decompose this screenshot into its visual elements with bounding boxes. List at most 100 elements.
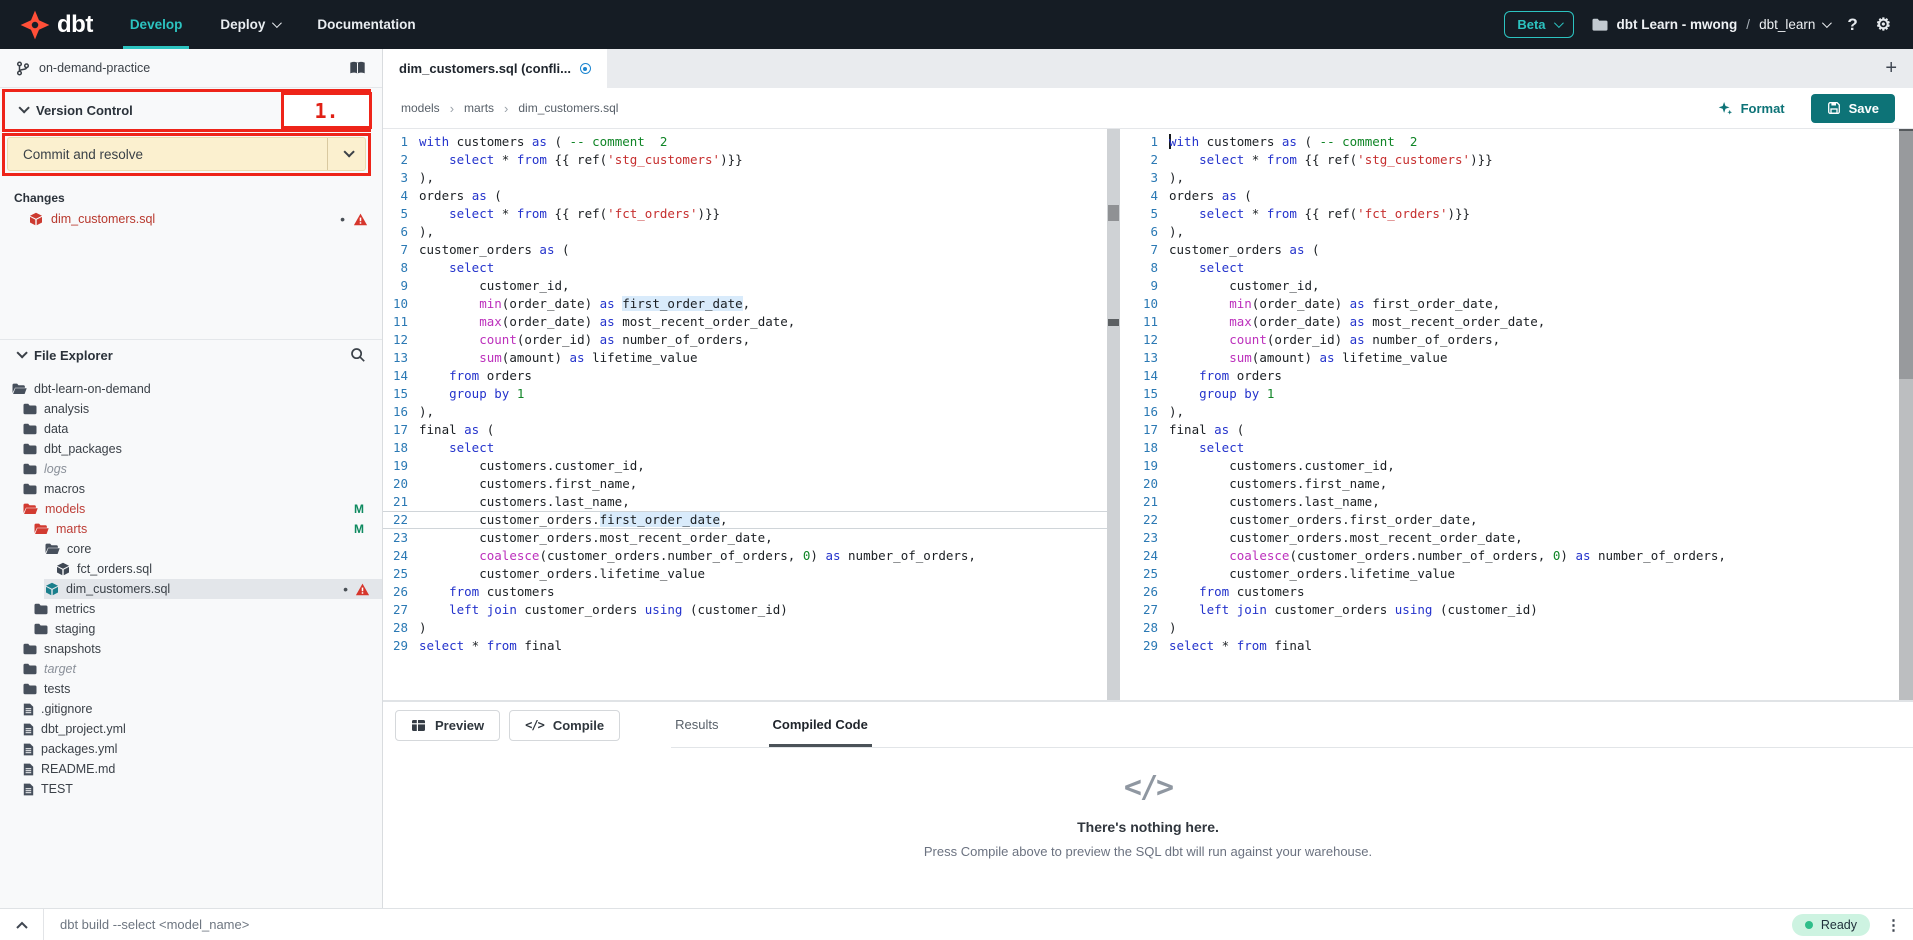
code-line[interactable]: 20 customers.first_name, bbox=[383, 475, 1107, 493]
breadcrumb-models[interactable]: models bbox=[401, 101, 440, 115]
new-tab-button[interactable]: + bbox=[1869, 57, 1913, 80]
commit-and-resolve-button[interactable]: Commit and resolve bbox=[7, 137, 366, 171]
preview-button[interactable]: Preview bbox=[395, 710, 500, 741]
code-line[interactable]: 19 customers.customer_id, bbox=[383, 457, 1107, 475]
file-explorer-header[interactable]: File Explorer bbox=[0, 339, 382, 370]
code-line[interactable]: 26 from customers bbox=[1133, 583, 1899, 601]
code-line[interactable]: 21 customers.last_name, bbox=[1133, 493, 1899, 511]
breadcrumb-marts[interactable]: marts bbox=[464, 101, 494, 115]
code-line[interactable]: 15 group by 1 bbox=[383, 385, 1107, 403]
code-line[interactable]: 17final as ( bbox=[1133, 421, 1899, 439]
code-line[interactable]: 23 customer_orders.most_recent_order_dat… bbox=[383, 529, 1107, 547]
code-line[interactable]: 9 customer_id, bbox=[1133, 277, 1899, 295]
tree-item-dim-customers-sql[interactable]: dim_customers.sql• bbox=[0, 579, 382, 599]
tree-item-metrics[interactable]: metrics bbox=[0, 599, 382, 619]
tab-compiled-code[interactable]: Compiled Code bbox=[769, 702, 872, 747]
code-line[interactable]: 15 group by 1 bbox=[1133, 385, 1899, 403]
code-line[interactable]: 25 customer_orders.lifetime_value bbox=[383, 565, 1107, 583]
code-line[interactable]: 27 left join customer_orders using (cust… bbox=[383, 601, 1107, 619]
kebab-menu-icon[interactable]: ⋮ bbox=[1884, 916, 1913, 934]
commit-dropdown-toggle[interactable] bbox=[327, 138, 365, 170]
help-icon[interactable]: ? bbox=[1847, 15, 1857, 35]
code-line[interactable]: 22 customer_orders.first_order_date, bbox=[383, 511, 1107, 529]
code-line[interactable]: 19 customers.customer_id, bbox=[1133, 457, 1899, 475]
left-editor-scrollbar[interactable] bbox=[1107, 129, 1120, 700]
expand-command-bar-button[interactable] bbox=[0, 909, 44, 940]
code-line[interactable]: 12 count(order_id) as number_of_orders, bbox=[1133, 331, 1899, 349]
format-button[interactable]: Format bbox=[1718, 101, 1785, 116]
code-line[interactable]: 6), bbox=[1133, 223, 1899, 241]
code-line[interactable]: 24 coalesce(customer_orders.number_of_or… bbox=[1133, 547, 1899, 565]
code-line[interactable]: 7customer_orders as ( bbox=[1133, 241, 1899, 259]
code-line[interactable]: 2 select * from {{ ref('stg_customers')}… bbox=[1133, 151, 1899, 169]
code-line[interactable]: 6), bbox=[383, 223, 1107, 241]
code-line[interactable]: 13 sum(amount) as lifetime_value bbox=[1133, 349, 1899, 367]
code-line[interactable]: 25 customer_orders.lifetime_value bbox=[1133, 565, 1899, 583]
code-line[interactable]: 8 select bbox=[383, 259, 1107, 277]
code-line[interactable]: 18 select bbox=[1133, 439, 1899, 457]
code-line[interactable]: 23 customer_orders.most_recent_order_dat… bbox=[1133, 529, 1899, 547]
tree-item-tests[interactable]: tests bbox=[0, 679, 382, 699]
tree-item-models[interactable]: modelsM bbox=[0, 499, 382, 519]
nav-develop[interactable]: Develop bbox=[111, 0, 202, 49]
code-pane-right[interactable]: 1with customers as ( -- comment 22 selec… bbox=[1133, 129, 1899, 700]
breadcrumb-file[interactable]: dim_customers.sql bbox=[518, 101, 618, 115]
save-button[interactable]: Save bbox=[1811, 94, 1895, 123]
code-line[interactable]: 21 customers.last_name, bbox=[383, 493, 1107, 511]
pane-divider[interactable] bbox=[1120, 129, 1133, 700]
code-line[interactable]: 11 max(order_date) as most_recent_order_… bbox=[383, 313, 1107, 331]
beta-toggle[interactable]: Beta bbox=[1504, 11, 1573, 38]
tree-item-dbt-packages[interactable]: dbt_packages bbox=[0, 439, 382, 459]
tree-item-macros[interactable]: macros bbox=[0, 479, 382, 499]
code-line[interactable]: 1with customers as ( -- comment 2 bbox=[383, 133, 1107, 151]
tree-item-target[interactable]: target bbox=[0, 659, 382, 679]
code-line[interactable]: 28) bbox=[383, 619, 1107, 637]
code-line[interactable]: 2 select * from {{ ref('stg_customers')}… bbox=[383, 151, 1107, 169]
code-line[interactable]: 13 sum(amount) as lifetime_value bbox=[383, 349, 1107, 367]
tree-item-data[interactable]: data bbox=[0, 419, 382, 439]
code-line[interactable]: 3), bbox=[383, 169, 1107, 187]
code-line[interactable]: 4orders as ( bbox=[383, 187, 1107, 205]
code-line[interactable]: 10 min(order_date) as first_order_date, bbox=[1133, 295, 1899, 313]
dbt-logo[interactable]: dbt bbox=[0, 10, 111, 40]
project-selector[interactable]: dbt_learn bbox=[1759, 17, 1829, 32]
tab-results[interactable]: Results bbox=[671, 702, 722, 747]
tree-item--gitignore[interactable]: .gitignore bbox=[0, 699, 382, 719]
tree-item-snapshots[interactable]: snapshots bbox=[0, 639, 382, 659]
search-icon[interactable] bbox=[350, 347, 366, 363]
gear-icon[interactable]: ⚙ bbox=[1876, 15, 1891, 35]
code-line[interactable]: 9 customer_id, bbox=[383, 277, 1107, 295]
tree-item-marts[interactable]: martsM bbox=[0, 519, 382, 539]
tree-item-fct-orders-sql[interactable]: fct_orders.sql bbox=[0, 559, 382, 579]
tree-item-dbt-project-yml[interactable]: dbt_project.yml bbox=[0, 719, 382, 739]
code-line[interactable]: 3), bbox=[1133, 169, 1899, 187]
code-line[interactable]: 27 left join customer_orders using (cust… bbox=[1133, 601, 1899, 619]
tree-item-core[interactable]: core bbox=[0, 539, 382, 559]
code-line[interactable]: 12 count(order_id) as number_of_orders, bbox=[383, 331, 1107, 349]
tree-item-packages-yml[interactable]: packages.yml bbox=[0, 739, 382, 759]
tree-item-staging[interactable]: staging bbox=[0, 619, 382, 639]
compile-button[interactable]: </> Compile bbox=[509, 710, 620, 741]
code-line[interactable]: 10 min(order_date) as first_order_date, bbox=[383, 295, 1107, 313]
code-line[interactable]: 16), bbox=[383, 403, 1107, 421]
tree-item-logs[interactable]: logs bbox=[0, 459, 382, 479]
code-line[interactable]: 5 select * from {{ ref('fct_orders')}} bbox=[1133, 205, 1899, 223]
code-line[interactable]: 8 select bbox=[1133, 259, 1899, 277]
tab-dim-customers[interactable]: dim_customers.sql (confli... bbox=[383, 49, 607, 88]
code-line[interactable]: 11 max(order_date) as most_recent_order_… bbox=[1133, 313, 1899, 331]
code-line[interactable]: 14 from orders bbox=[383, 367, 1107, 385]
command-input[interactable]: dbt build --select <model_name> bbox=[44, 917, 1792, 932]
tree-item-test[interactable]: TEST bbox=[0, 779, 382, 799]
code-line[interactable]: 5 select * from {{ ref('fct_orders')}} bbox=[383, 205, 1107, 223]
code-line[interactable]: 4orders as ( bbox=[1133, 187, 1899, 205]
tree-item-analysis[interactable]: analysis bbox=[0, 399, 382, 419]
code-line[interactable]: 17final as ( bbox=[383, 421, 1107, 439]
tree-item-readme-md[interactable]: README.md bbox=[0, 759, 382, 779]
code-line[interactable]: 7customer_orders as ( bbox=[383, 241, 1107, 259]
account-switcher[interactable]: dbt Learn - mwong / dbt_learn bbox=[1592, 17, 1830, 32]
code-line[interactable]: 28) bbox=[1133, 619, 1899, 637]
code-line[interactable]: 26 from customers bbox=[383, 583, 1107, 601]
code-line[interactable]: 16), bbox=[1133, 403, 1899, 421]
code-pane-left[interactable]: 1with customers as ( -- comment 22 selec… bbox=[383, 129, 1107, 700]
nav-documentation[interactable]: Documentation bbox=[298, 0, 434, 49]
